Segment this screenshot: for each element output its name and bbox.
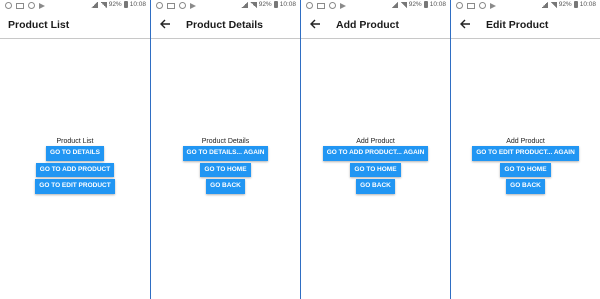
go-to-details-again-button[interactable]: GO TO DETAILS... AGAIN — [182, 146, 269, 161]
page-title: Edit Product — [486, 19, 549, 31]
play-store-icon — [39, 2, 45, 9]
battery-percent: 92% — [558, 1, 572, 8]
battery-percent: 92% — [258, 1, 272, 8]
battery-icon — [423, 1, 428, 8]
go-to-home-button[interactable]: GO TO HOME — [200, 162, 251, 177]
app-bar: Edit Product — [451, 12, 600, 39]
sync-icon — [179, 2, 186, 9]
page-title: Product List — [8, 19, 70, 31]
status-right: 92% 10:08 — [540, 1, 596, 8]
clock: 10:08 — [579, 1, 596, 8]
arrow-back-icon[interactable] — [459, 18, 471, 30]
screen-content: Product Details GO TO DETAILS... AGAIN G… — [151, 138, 300, 196]
go-back-button[interactable]: GO BACK — [356, 179, 395, 194]
signal-icon — [249, 1, 257, 8]
signal-icon — [549, 1, 557, 8]
screen-label: Product List — [56, 138, 94, 145]
go-to-add-product-again-button[interactable]: GO TO ADD PRODUCT... AGAIN — [322, 146, 429, 161]
notification-icon — [306, 2, 313, 9]
screen-label: Product Details — [201, 138, 250, 145]
app-bar: Add Product — [301, 12, 450, 39]
clock: 10:08 — [429, 1, 446, 8]
sync-icon — [28, 2, 35, 9]
screen-strip: 92% 10:08 Product List Product List GO T… — [0, 0, 600, 299]
go-to-edit-product-again-button[interactable]: GO TO EDIT PRODUCT... AGAIN — [472, 146, 579, 161]
screen-label: Add Product — [356, 138, 395, 145]
battery-icon — [273, 1, 278, 8]
notification-icons — [5, 2, 45, 9]
screen-content: Add Product GO TO ADD PRODUCT... AGAIN G… — [301, 138, 450, 196]
page-title: Add Product — [336, 19, 399, 31]
notification-icon — [5, 2, 12, 9]
clock: 10:08 — [129, 1, 146, 8]
battery-icon — [123, 1, 128, 8]
play-store-icon — [490, 2, 496, 9]
go-to-home-button[interactable]: GO TO HOME — [500, 162, 551, 177]
wifi-icon — [540, 1, 548, 8]
go-back-button[interactable]: GO BACK — [206, 179, 245, 194]
clock: 10:08 — [279, 1, 296, 8]
notification-icons — [156, 2, 196, 9]
status-right: 92% 10:08 — [90, 1, 146, 8]
app-bar: Product List — [0, 12, 150, 39]
go-to-details-button[interactable]: GO TO DETAILS — [46, 146, 104, 161]
app-bar: Product Details — [151, 12, 300, 39]
status-bar: 92% 10:08 — [0, 0, 150, 12]
mail-icon — [167, 2, 175, 9]
wifi-icon — [90, 1, 98, 8]
status-bar: 92% 10:08 — [451, 0, 600, 12]
mail-icon — [16, 2, 24, 9]
status-bar: 92% 10:08 — [301, 0, 450, 12]
go-to-edit-product-button[interactable]: GO TO EDIT PRODUCT — [35, 179, 115, 194]
screen-product-details: 92% 10:08 Product Details Product Detail… — [150, 0, 300, 299]
notification-icons — [456, 2, 496, 9]
notification-icon — [456, 2, 463, 9]
sync-icon — [479, 2, 486, 9]
status-bar: 92% 10:08 — [151, 0, 300, 12]
arrow-back-icon[interactable] — [159, 18, 171, 30]
play-store-icon — [340, 2, 346, 9]
go-to-add-product-button[interactable]: GO TO ADD PRODUCT — [35, 162, 115, 177]
screen-add-product: 92% 10:08 Add Product Add Product GO TO … — [300, 0, 450, 299]
screen-product-list: 92% 10:08 Product List Product List GO T… — [0, 0, 150, 299]
go-to-home-button[interactable]: GO TO HOME — [350, 162, 401, 177]
play-store-icon — [190, 2, 196, 9]
sync-icon — [329, 2, 336, 9]
battery-percent: 92% — [408, 1, 422, 8]
arrow-back-icon[interactable] — [309, 18, 321, 30]
wifi-icon — [390, 1, 398, 8]
go-back-button[interactable]: GO BACK — [506, 179, 545, 194]
mail-icon — [467, 2, 475, 9]
signal-icon — [399, 1, 407, 8]
status-right: 92% 10:08 — [390, 1, 446, 8]
screen-content: Add Product GO TO EDIT PRODUCT... AGAIN … — [451, 138, 600, 196]
notification-icons — [306, 2, 346, 9]
notification-icon — [156, 2, 163, 9]
screen-label: Add Product — [506, 138, 545, 145]
screen-content: Product List GO TO DETAILS GO TO ADD PRO… — [0, 138, 150, 196]
status-right: 92% 10:08 — [240, 1, 296, 8]
wifi-icon — [240, 1, 248, 8]
mail-icon — [317, 2, 325, 9]
battery-percent: 92% — [108, 1, 122, 8]
battery-icon — [573, 1, 578, 8]
page-title: Product Details — [186, 19, 264, 31]
screen-edit-product: 92% 10:08 Edit Product Add Product GO TO… — [450, 0, 600, 299]
signal-icon — [99, 1, 107, 8]
